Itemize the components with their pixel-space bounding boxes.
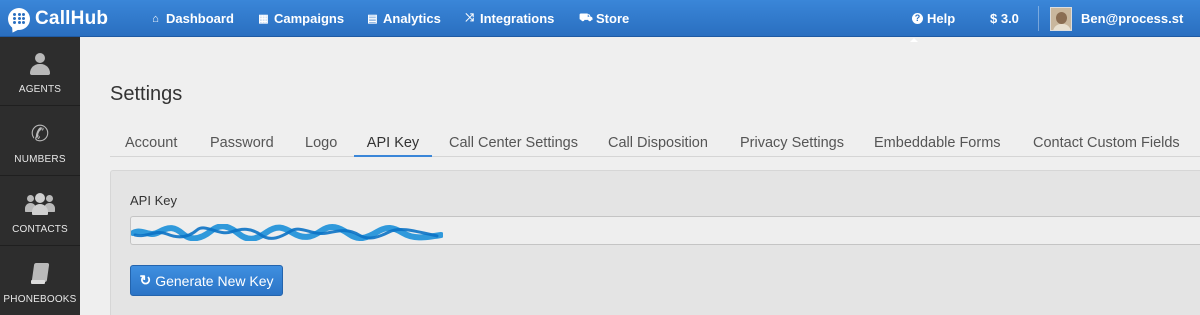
chart-icon: ▤ [367, 13, 378, 25]
cart-icon: ⛟ [579, 11, 593, 24]
divider [1038, 6, 1039, 31]
top-navbar: CallHub ⌂ Dashboard ▦ Campaigns ▤ Analyt… [0, 0, 1200, 37]
tab-contact-custom-fields[interactable]: Contact Custom Fields [1033, 126, 1180, 157]
user-menu[interactable]: Ben@process.st [1050, 0, 1183, 37]
tab-password[interactable]: Password [210, 126, 274, 157]
sidebar-item-contacts[interactable]: CONTACTS [0, 177, 80, 246]
nav-campaigns[interactable]: ▦ Campaigns [257, 0, 344, 37]
tab-call-center-settings[interactable]: Call Center Settings [449, 126, 578, 157]
nav-help-label: Help [927, 11, 956, 26]
shuffle-icon: ⤨ [465, 12, 474, 24]
users-icon [25, 193, 55, 215]
book-icon [31, 263, 49, 285]
nav-campaigns-label: Campaigns [274, 11, 345, 26]
nav-help[interactable]: ? Help [912, 0, 955, 37]
table-icon: ▦ [258, 13, 269, 25]
api-key-label: API Key [130, 193, 177, 208]
sidebar-item-phonebooks[interactable]: PHONEBOOKS [0, 247, 80, 315]
help-dropdown-caret-icon [910, 38, 918, 42]
nav-integrations[interactable]: ⤨ Integrations [463, 0, 554, 37]
phone-icon: ✆ [30, 121, 50, 146]
avatar [1050, 6, 1072, 31]
nav-dashboard-label: Dashboard [166, 11, 234, 26]
settings-tabs: Account Password Logo API Key Call Cente… [110, 126, 1200, 157]
generate-new-key-button[interactable]: ↻ Generate New Key [130, 265, 283, 296]
sidebar-item-numbers[interactable]: ✆ NUMBERS [0, 107, 80, 176]
sidebar-item-label: PHONEBOOKS [3, 294, 77, 305]
callhub-logo[interactable]: CallHub [8, 0, 108, 37]
nav-store[interactable]: ⛟ Store [579, 0, 629, 37]
question-circle-icon: ? [912, 13, 923, 24]
credits-balance[interactable]: $ 3.0 [990, 0, 1019, 37]
credits-value: $ 3.0 [990, 11, 1019, 26]
logo-text: CallHub [35, 7, 109, 29]
sidebar-item-label: CONTACTS [12, 224, 68, 235]
sidebar-item-agents[interactable]: AGENTS [0, 37, 80, 106]
refresh-icon: ↻ [139, 272, 152, 288]
sidebar-item-label: AGENTS [18, 84, 62, 95]
tab-privacy-settings[interactable]: Privacy Settings [740, 126, 844, 157]
nav-dashboard[interactable]: ⌂ Dashboard [149, 0, 234, 37]
redacted-api-key [131, 224, 443, 241]
user-email: Ben@process.st [1081, 11, 1184, 26]
home-icon: ⌂ [152, 12, 159, 25]
generate-new-key-label: Generate New Key [155, 272, 274, 289]
user-icon [30, 53, 50, 75]
tab-logo[interactable]: Logo [305, 126, 337, 157]
tab-account[interactable]: Account [125, 126, 177, 157]
nav-analytics-label: Analytics [383, 11, 441, 26]
tab-embeddable-forms[interactable]: Embeddable Forms [874, 126, 1001, 157]
page-title: Settings [110, 83, 183, 105]
left-sidebar: AGENTS ✆ NUMBERS CONTACTS PHONEBOOKS [0, 37, 80, 315]
tab-call-disposition[interactable]: Call Disposition [608, 126, 708, 157]
nav-analytics[interactable]: ▤ Analytics [366, 0, 441, 37]
nav-integrations-label: Integrations [480, 11, 555, 26]
callhub-logo-icon [8, 7, 30, 35]
sidebar-item-label: NUMBERS [14, 154, 66, 165]
tab-api-key[interactable]: API Key [354, 126, 432, 157]
nav-store-label: Store [596, 11, 630, 26]
